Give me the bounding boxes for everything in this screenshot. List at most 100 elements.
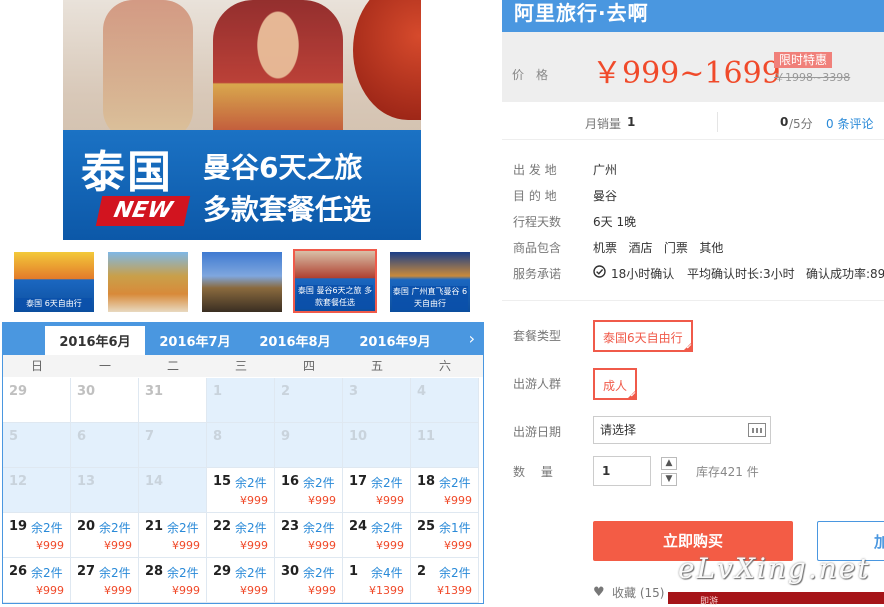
- divider: [502, 300, 884, 301]
- calendar-day-stock: 余2件: [235, 521, 267, 535]
- dancer-figure: [213, 0, 343, 150]
- weekday-label: 一: [98, 359, 111, 373]
- calendar-icon[interactable]: [748, 423, 766, 437]
- calendar-day-stock: 余2件: [99, 521, 131, 535]
- calendar-day-price: ¥999: [104, 584, 132, 597]
- calendar-day-cell[interactable]: 28 余2件 ¥999: [139, 558, 207, 603]
- brand-title: 阿里旅行·去啊: [514, 1, 649, 25]
- service-label: 服务承诺: [513, 267, 562, 281]
- service-item-1: 18小时确认: [611, 267, 675, 281]
- calendar-day-number: 8: [213, 429, 223, 444]
- tab-month-4[interactable]: 2016年9月: [345, 326, 445, 355]
- thumbnail-2[interactable]: [108, 252, 188, 312]
- calendar-day-number: 10: [349, 429, 368, 444]
- calendar-day-cell[interactable]: 17 余2件 ¥999: [343, 468, 411, 513]
- calendar-day-number: 26: [9, 564, 28, 579]
- price-calendar: 2016年6月 2016年7月 2016年8月 2016年9月 › 日 一 二 …: [2, 322, 484, 604]
- calendar-day-cell[interactable]: 21 余2件 ¥999: [139, 513, 207, 558]
- rating-suffix: /5分: [789, 117, 813, 131]
- check-circle-icon: [593, 265, 606, 278]
- calendar-day-cell[interactable]: 18 余2件 ¥999: [411, 468, 479, 513]
- calendar-day-number: 4: [417, 384, 427, 399]
- quantity-input[interactable]: 1: [593, 456, 651, 486]
- hero-title-line2: 多款套餐任选: [203, 193, 372, 226]
- calendar-day-number: 16: [281, 474, 300, 489]
- thumbnail-1[interactable]: 泰国 6天自由行: [14, 252, 94, 312]
- thumbnail-5[interactable]: 泰国 广州直飞曼谷 6天自由行: [390, 252, 470, 312]
- chevron-up-icon[interactable]: ▲: [661, 457, 677, 470]
- calendar-day-number: 24: [349, 519, 368, 534]
- new-badge: NEW: [95, 196, 191, 226]
- hero-title-big: 泰国: [81, 147, 173, 198]
- includes-value: 机票 酒店 门票 其他: [593, 241, 724, 255]
- weekday-label: 三: [234, 359, 247, 373]
- calendar-day-cell[interactable]: 22 余2件 ¥999: [207, 513, 275, 558]
- calendar-day-cell[interactable]: 2 余2件 ¥1399: [411, 558, 479, 603]
- calendar-day-cell[interactable]: 23 余2件 ¥999: [275, 513, 343, 558]
- calendar-day-stock: 余2件: [99, 566, 131, 580]
- calendar-day-price: ¥999: [36, 539, 64, 552]
- promo-badge: 限时特惠: [774, 52, 833, 68]
- calendar-day-cell: 31: [139, 378, 207, 423]
- calendar-day-cell[interactable]: 20 余2件 ¥999: [71, 513, 139, 558]
- reviews-link[interactable]: 0 条评论: [826, 115, 873, 132]
- calendar-day-cell[interactable]: 27 余2件 ¥999: [71, 558, 139, 603]
- calendar-day-cell[interactable]: 29 余2件 ¥999: [207, 558, 275, 603]
- tab-month-1[interactable]: 2016年6月: [45, 326, 145, 355]
- weekday-label: 二: [166, 359, 179, 373]
- stat-divider: [717, 112, 718, 132]
- package-option-selected[interactable]: 泰国6天自由行: [593, 320, 693, 352]
- departure-value: 广州: [593, 163, 618, 177]
- calendar-day-number: 29: [213, 564, 232, 579]
- calendar-day-number: 17: [349, 474, 368, 489]
- calendar-day-cell[interactable]: 19 余2件 ¥999: [3, 513, 71, 558]
- thumbnail-4-selected[interactable]: 泰国 曼谷6天之旅 多款套餐任选: [293, 249, 377, 313]
- calendar-day-price: ¥999: [376, 539, 404, 552]
- price-label: 价格: [512, 68, 561, 82]
- chevron-right-icon[interactable]: ›: [469, 329, 475, 348]
- calendar-day-number: 9: [281, 429, 291, 444]
- calendar-day-number: 11: [417, 429, 436, 444]
- calendar-day-cell[interactable]: 1 余4件 ¥1399: [343, 558, 411, 603]
- calendar-day-stock: 余2件: [303, 521, 335, 535]
- calendar-day-number: 29: [9, 384, 28, 399]
- crowd-option-selected[interactable]: 成人: [593, 368, 638, 400]
- calendar-day-cell: 9: [275, 423, 343, 468]
- calendar-day-stock: 余2件: [167, 521, 199, 535]
- calendar-day-cell[interactable]: 16 余2件 ¥999: [275, 468, 343, 513]
- calendar-day-stock: 余2件: [235, 566, 267, 580]
- calendar-day-cell: 6: [71, 423, 139, 468]
- calendar-day-number: 12: [9, 474, 28, 489]
- date-picker-value: 请选择: [600, 423, 637, 437]
- tab-month-2[interactable]: 2016年7月: [145, 326, 245, 355]
- calendar-day-cell: 4: [411, 378, 479, 423]
- divider: [502, 139, 884, 140]
- calendar-day-cell: 1: [207, 378, 275, 423]
- calendar-day-number: 7: [145, 429, 155, 444]
- destination-value: 曼谷: [593, 189, 618, 203]
- tab-month-3[interactable]: 2016年8月: [245, 326, 345, 355]
- calendar-day-cell[interactable]: 24 余2件 ¥999: [343, 513, 411, 558]
- crowd-option-label: 成人: [603, 379, 628, 393]
- promo-strip-text: 即游: [700, 597, 719, 607]
- calendar-day-cell[interactable]: 15 余2件 ¥999: [207, 468, 275, 513]
- favorite-count[interactable]: 收藏 (15): [612, 584, 664, 601]
- calendar-day-price: ¥1399: [369, 584, 404, 597]
- calendar-day-number: 30: [281, 564, 300, 579]
- calendar-day-cell[interactable]: 26 余2件 ¥999: [3, 558, 71, 603]
- calendar-day-stock: 余2件: [371, 521, 403, 535]
- check-corner-icon: [627, 390, 637, 399]
- calendar-day-price: ¥999: [240, 584, 268, 597]
- days-value: 6天 1晚: [593, 215, 637, 229]
- calendar-day-stock: 余2件: [303, 566, 335, 580]
- calendar-day-cell[interactable]: 30 余2件 ¥999: [275, 558, 343, 603]
- chevron-down-icon[interactable]: ▼: [661, 473, 677, 486]
- package-option-label: 泰国6天自由行: [603, 331, 683, 345]
- heart-icon[interactable]: ♥: [593, 585, 605, 600]
- date-picker-input[interactable]: 请选择: [593, 416, 771, 444]
- calendar-day-stock: 余2件: [439, 476, 471, 490]
- calendar-day-cell: 30: [71, 378, 139, 423]
- calendar-day-cell[interactable]: 25 余1件 ¥999: [411, 513, 479, 558]
- thumbnail-3[interactable]: [202, 252, 282, 312]
- quantity-label: 数 量: [513, 465, 553, 479]
